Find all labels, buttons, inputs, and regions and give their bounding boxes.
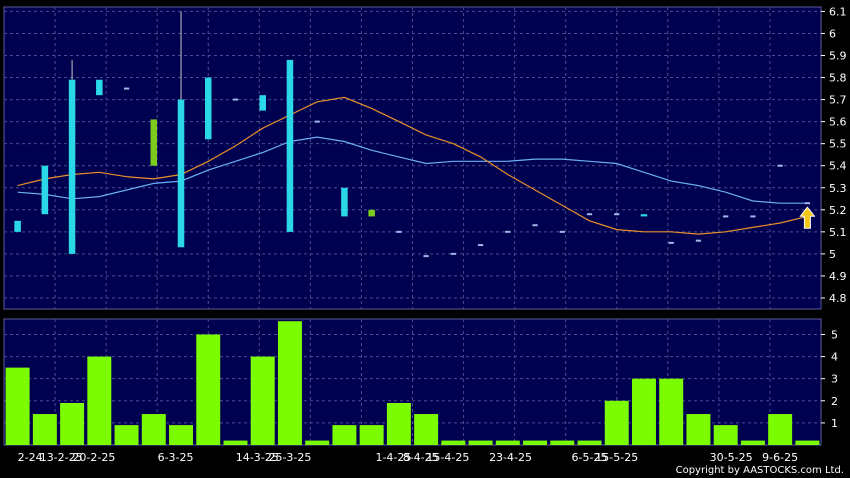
candle-body: [14, 220, 21, 232]
candle-body: [777, 164, 783, 167]
x-tick-label: 20-2-25: [72, 451, 115, 464]
volume-bar: [250, 356, 275, 445]
candle-body: [723, 215, 729, 218]
volume-bar: [713, 425, 738, 445]
volume-bar: [32, 414, 57, 445]
x-tick-label: 9-6-25: [762, 451, 798, 464]
candle-body: [96, 79, 103, 96]
volume-bar: [495, 440, 520, 445]
volume-bar: [87, 356, 112, 445]
x-tick-label: 15-4-25: [426, 451, 469, 464]
price-tick-label: 4.8: [829, 292, 847, 305]
volume-bar: [196, 334, 221, 445]
price-tick-label: 5.3: [829, 182, 847, 195]
volume-bar: [332, 425, 357, 445]
candle-body: [286, 59, 294, 232]
candle-body: [314, 120, 320, 123]
candle-body: [450, 252, 456, 255]
price-tick-label: 6: [829, 27, 836, 40]
volume-bar: [468, 440, 493, 445]
candle-body: [232, 98, 239, 101]
price-tick-label: 5.1: [829, 226, 847, 239]
volume-bar: [659, 378, 684, 445]
volume-bar: [114, 425, 139, 445]
volume-bar: [223, 440, 248, 445]
volume-bar: [141, 414, 166, 445]
copyright-text: Copyright by AASTOCKS.com Ltd.: [675, 465, 844, 476]
price-tick-label: 5.4: [829, 160, 847, 173]
price-tick-label: 4.9: [829, 270, 847, 283]
volume-bar: [169, 425, 193, 445]
volume-bar: [768, 414, 793, 445]
volume-tick-label: 4: [831, 351, 838, 364]
x-tick-label: 15-5-25: [595, 451, 638, 464]
price-panel: 6.1 6 5.9 5.8 5.7 5.6 5.5 5.4 5.3 5.2 5.1 5 4.9 4.8: [3, 5, 847, 310]
volume-bar: [550, 440, 575, 445]
volume-bar: [795, 440, 820, 445]
price-tick-label: 5.9: [829, 49, 847, 62]
candle-body: [423, 255, 429, 258]
volume-bar: [523, 440, 548, 445]
x-tick-label: 25-3-25: [268, 451, 311, 464]
price-tick-label: 5.8: [829, 72, 847, 85]
price-tick-label: 5.6: [829, 116, 847, 129]
candle-body: [750, 215, 756, 218]
candle-body: [640, 214, 648, 217]
candle-body: [68, 79, 76, 254]
volume-tick-label: 3: [831, 373, 838, 386]
volume-bar: [305, 440, 330, 445]
volume-bar: [686, 414, 711, 445]
price-tick-label: 5.2: [829, 204, 847, 217]
volume-bar: [577, 440, 602, 445]
candle-body: [396, 230, 402, 233]
volume-tick-label: 2: [831, 395, 838, 408]
volume-tick-label: 5: [831, 328, 838, 341]
price-tick-label: 6.1: [829, 5, 847, 18]
volume-bar: [277, 321, 302, 445]
candle-body: [123, 87, 130, 90]
candle-body: [477, 244, 484, 247]
candle-body: [177, 99, 185, 248]
candle-body: [559, 230, 565, 233]
candle-body: [150, 119, 158, 166]
candle-body: [41, 165, 49, 215]
volume-bar: [359, 425, 384, 445]
x-tick-label: 6-3-25: [158, 451, 194, 464]
candle-body: [204, 77, 212, 140]
candle-body: [259, 95, 266, 111]
volume-bar: [441, 440, 466, 445]
volume-bar: [740, 440, 765, 445]
chart-canvas: 6.1 6 5.9 5.8 5.7 5.6 5.5 5.4 5.3 5.2 5.1 5 4.9 4.8 5…: [0, 0, 850, 478]
candle-body: [804, 202, 810, 205]
candle-body: [668, 241, 674, 244]
volume-panel: 5 4 3 2 1: [3, 318, 838, 446]
x-tick-label: 30-5-25: [710, 451, 753, 464]
candle-body: [695, 239, 702, 242]
volume-bar: [632, 378, 656, 445]
candle-body: [341, 187, 348, 217]
volume-bar: [60, 403, 85, 445]
volume-bar: [386, 403, 411, 445]
candle-body: [586, 213, 593, 216]
volume-tick-label: 1: [831, 417, 838, 430]
candle-body: [532, 224, 538, 227]
price-tick-label: 5.5: [829, 138, 847, 151]
x-tick-label: 23-4-25: [489, 451, 532, 464]
candle-body: [505, 230, 511, 233]
candle-body: [368, 209, 375, 217]
price-tick-label: 5.7: [829, 94, 847, 107]
volume-bar: [604, 400, 629, 445]
candle-body: [614, 213, 620, 216]
volume-bar: [414, 414, 439, 445]
volume-bar: [5, 367, 30, 445]
price-tick-label: 5: [829, 248, 836, 261]
